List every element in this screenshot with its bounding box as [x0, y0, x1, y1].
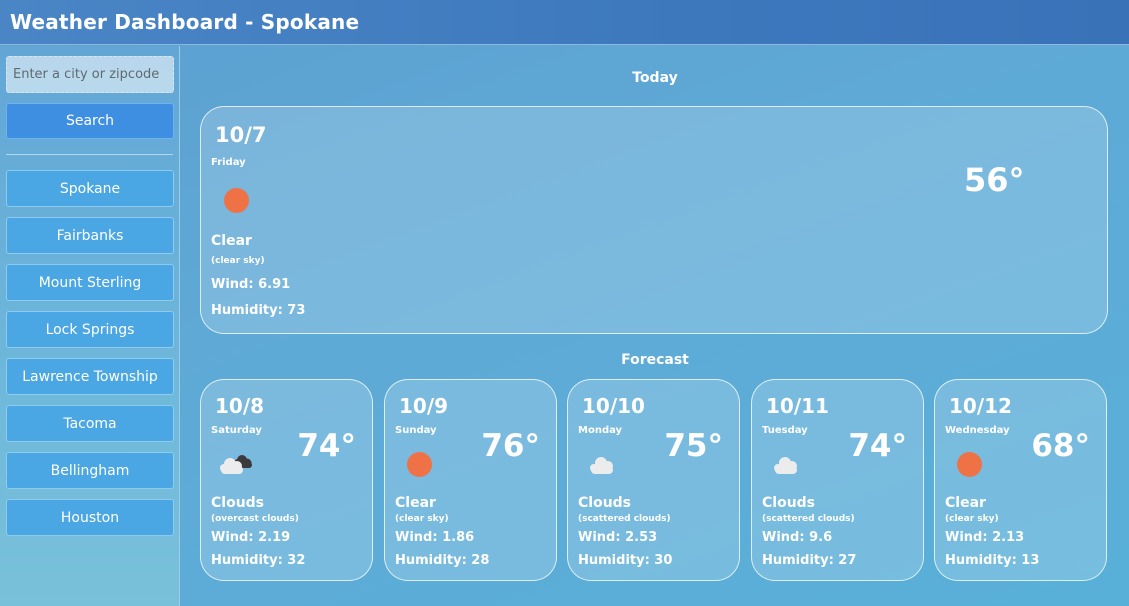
cloud-icon — [767, 448, 807, 480]
main-content: Today 10/7 Friday 56° Clear (clear sky) … — [181, 46, 1129, 606]
cloud-icon — [583, 448, 623, 480]
forecast-date: 10/12 — [949, 394, 1012, 418]
today-description: (clear sky) — [211, 256, 265, 266]
forecast-temperature: 74° — [848, 428, 907, 464]
sun-icon — [957, 452, 982, 477]
forecast-wind: Wind: 2.13 — [945, 530, 1025, 545]
today-date: 10/7 — [215, 123, 267, 147]
forecast-card: 10/11 Tuesday 74° Clouds (scattered clou… — [751, 379, 924, 581]
forecast-condition: Clouds — [211, 495, 265, 511]
forecast-humidity: Humidity: 30 — [578, 553, 673, 568]
forecast-condition: Clouds — [762, 495, 816, 511]
sidebar: Search Spokane Fairbanks Mount Sterling … — [0, 46, 180, 606]
today-wind: Wind: 6.91 — [211, 277, 291, 292]
forecast-card: 10/10 Monday 75° Clouds (scattered cloud… — [567, 379, 740, 581]
city-button-tacoma[interactable]: Tacoma — [6, 405, 174, 442]
city-button-lock-springs[interactable]: Lock Springs — [6, 311, 174, 348]
forecast-humidity: Humidity: 28 — [395, 553, 490, 568]
sun-icon — [224, 188, 249, 213]
forecast-wind: Wind: 2.19 — [211, 530, 291, 545]
forecast-heading: Forecast — [621, 352, 689, 368]
forecast-wind: Wind: 1.86 — [395, 530, 475, 545]
forecast-temperature: 76° — [481, 428, 540, 464]
forecast-description: (clear sky) — [395, 514, 449, 524]
page-title: Weather Dashboard - Spokane — [10, 10, 360, 34]
today-day: Friday — [211, 157, 246, 168]
city-button-houston[interactable]: Houston — [6, 499, 174, 536]
forecast-wind: Wind: 2.53 — [578, 530, 658, 545]
sun-icon — [407, 452, 432, 477]
city-button-spokane[interactable]: Spokane — [6, 170, 174, 207]
forecast-date: 10/9 — [399, 394, 449, 418]
city-button-mount-sterling[interactable]: Mount Sterling — [6, 264, 174, 301]
search-button[interactable]: Search — [6, 103, 174, 139]
forecast-description: (overcast clouds) — [211, 514, 299, 524]
forecast-day: Saturday — [211, 425, 262, 436]
forecast-humidity: Humidity: 32 — [211, 553, 306, 568]
forecast-condition: Clear — [945, 495, 986, 511]
forecast-day: Sunday — [395, 425, 437, 436]
forecast-humidity: Humidity: 13 — [945, 553, 1040, 568]
today-condition: Clear — [211, 233, 252, 249]
forecast-description: (clear sky) — [945, 514, 999, 524]
forecast-day: Tuesday — [762, 425, 808, 436]
forecast-description: (scattered clouds) — [578, 514, 671, 524]
forecast-day: Monday — [578, 425, 623, 436]
forecast-description: (scattered clouds) — [762, 514, 855, 524]
sidebar-divider — [6, 154, 173, 155]
forecast-condition: Clouds — [578, 495, 632, 511]
forecast-temperature: 75° — [664, 428, 723, 464]
app-header: Weather Dashboard - Spokane — [0, 0, 1129, 45]
search-input[interactable] — [6, 56, 174, 93]
city-button-fairbanks[interactable]: Fairbanks — [6, 217, 174, 254]
forecast-temperature: 74° — [297, 428, 356, 464]
forecast-condition: Clear — [395, 495, 436, 511]
forecast-day: Wednesday — [945, 425, 1010, 436]
today-heading: Today — [632, 70, 678, 86]
today-humidity: Humidity: 73 — [211, 303, 306, 318]
forecast-wind: Wind: 9.6 — [762, 530, 833, 545]
forecast-date: 10/8 — [215, 394, 265, 418]
forecast-card: 10/9 Sunday 76° Clear (clear sky) Wind: … — [384, 379, 557, 581]
forecast-card: 10/8 Saturday 74° Clouds (overcast cloud… — [200, 379, 373, 581]
city-button-lawrence-township[interactable]: Lawrence Township — [6, 358, 174, 395]
forecast-date: 10/10 — [582, 394, 645, 418]
forecast-date: 10/11 — [766, 394, 829, 418]
today-card: 10/7 Friday 56° Clear (clear sky) Wind: … — [200, 106, 1108, 334]
today-temperature: 56° — [964, 161, 1025, 199]
forecast-card: 10/12 Wednesday 68° Clear (clear sky) Wi… — [934, 379, 1107, 581]
forecast-humidity: Humidity: 27 — [762, 553, 857, 568]
city-button-bellingham[interactable]: Bellingham — [6, 452, 174, 489]
forecast-temperature: 68° — [1031, 428, 1090, 464]
overcast-clouds-icon — [216, 448, 256, 480]
